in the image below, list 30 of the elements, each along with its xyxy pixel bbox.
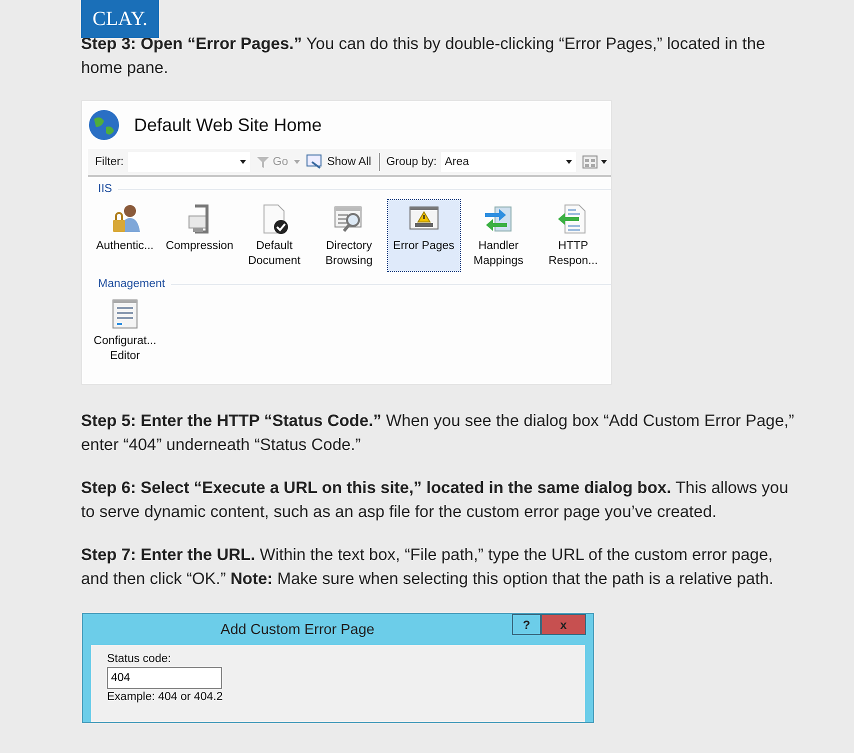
feature-item[interactable]: Error Pages — [386, 199, 461, 272]
feature-item[interactable]: Configurat... Editor — [88, 294, 162, 367]
group-by-label: Group by: — [386, 156, 437, 168]
feature-item[interactable]: Compression — [162, 199, 236, 272]
view-menu-button[interactable] — [580, 155, 609, 169]
window-arrow-icon — [306, 154, 324, 170]
step-paragraph: Step 6: Select “Execute a URL on this site,” located in the same dialog box. This allows you to serve dynamic content, such as an asp file for the custom error page you’ve created. — [81, 478, 790, 523]
feature-item[interactable]: Handler Mappings — [462, 199, 536, 272]
feature-item[interactable]: HTTP Respon... — [536, 199, 610, 272]
feature-item[interactable]: Authentic... — [88, 199, 162, 272]
group-by-dropdown[interactable]: Area — [440, 152, 576, 172]
close-button[interactable]: x — [541, 614, 586, 635]
step-paragraph: Step 7: Enter the URL. Within the text box, “File path,” type the URL of the custom error page, and then click “OK.” Note: Make sure when selecting this option that the path is a relative path. — [81, 545, 774, 590]
page-title: Default Web Site Home — [134, 114, 322, 136]
status-code-label: Status code: — [107, 653, 172, 665]
caret-icon[interactable] — [294, 160, 300, 164]
dialog-title: Add Custom Error Page — [220, 621, 376, 638]
feature-item[interactable]: Default Document — [237, 199, 312, 272]
show-all-button[interactable]: Show All — [304, 154, 374, 170]
help-button[interactable]: ? — [512, 614, 541, 635]
filter-label: Filter: — [95, 156, 124, 168]
globe-icon — [88, 109, 120, 141]
example-text: Example: 404 or 404.2 — [107, 691, 224, 703]
logo[interactable]: CLAY. — [81, 0, 159, 38]
feature-item[interactable]: Directory Browsing — [312, 199, 386, 272]
group-heading: Management — [98, 278, 611, 290]
group-heading: IIS — [98, 183, 611, 195]
status-code-field[interactable]: 404 — [107, 667, 222, 689]
filter-icon — [256, 155, 270, 169]
step-paragraph: Step 5: Enter the HTTP “Status Code.” When you see the dialog box “Add Custom Error Page,” enter “404” underneath “Status Code.” — [81, 411, 796, 456]
